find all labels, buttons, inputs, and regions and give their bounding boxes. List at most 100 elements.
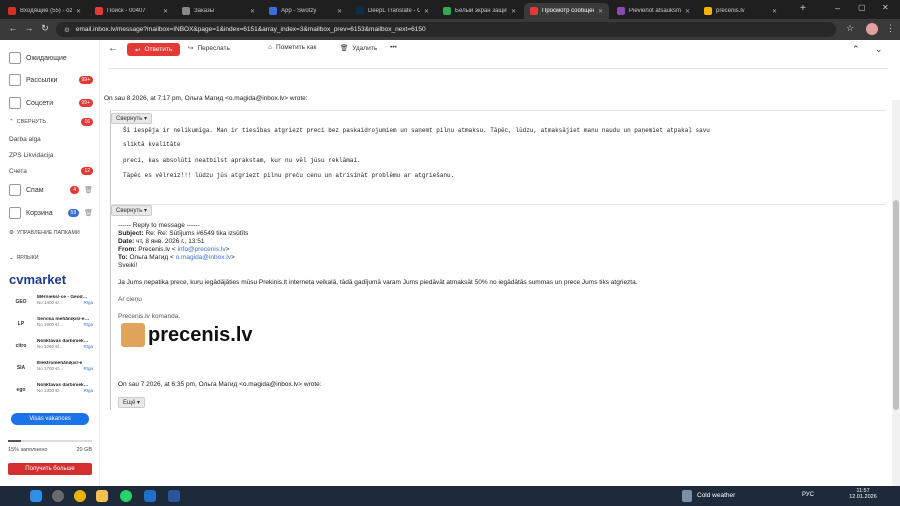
- close-tab-icon[interactable]: ✕: [511, 8, 516, 15]
- windows-start-icon[interactable]: [30, 490, 42, 502]
- close-tab-icon[interactable]: ✕: [337, 8, 342, 15]
- browser-tab[interactable]: Поиск - 00407 ✕: [89, 3, 174, 19]
- show-more-button[interactable]: Ещё ▾: [118, 397, 145, 408]
- tab-title: Pievienot atsauksmi –…: [629, 8, 681, 14]
- browser-tab-strip: Входящие (55) - ozy…✕Поиск - 00407✕Заказ…: [0, 0, 900, 19]
- labels-section[interactable]: ⌄ ЯРЛЫКИ: [9, 255, 93, 261]
- close-tab-icon[interactable]: ✕: [76, 8, 81, 15]
- subfolder-invoices[interactable]: Счета 12: [9, 167, 93, 175]
- subject-line: Subject: Re: Re: Sūtījums #6549 tika izs…: [118, 230, 248, 237]
- browser-tab[interactable]: Белый экран защиты… ✕: [437, 3, 522, 19]
- close-tab-icon[interactable]: ✕: [772, 8, 777, 15]
- browser-tab[interactable]: Входящие (55) - ozy… ✕: [2, 3, 87, 19]
- folder-spam[interactable]: Спам 4 🗑: [9, 184, 93, 196]
- manage-folders-link[interactable]: ⚙ УПРАВЛЕНИЕ ПАПКАМИ: [9, 230, 93, 236]
- mark-as-button[interactable]: ⌂ Пометить как: [268, 44, 316, 51]
- reply-button[interactable]: ↩ Ответить: [127, 43, 181, 56]
- close-tab-icon[interactable]: ✕: [685, 8, 690, 15]
- maximize-window-icon[interactable]: ▢: [858, 3, 866, 12]
- mark-as-label: Пометить как: [275, 44, 317, 51]
- mail-action-bar: ← ↩ Ответить ↪ Переслать ⌂ Пометить как …: [100, 40, 900, 60]
- to-line: To: Ольга Магид < o.magida@inbox.lv>: [118, 254, 235, 261]
- close-tab-icon[interactable]: ✕: [598, 8, 603, 15]
- browser-tab[interactable]: Просмотр сообщения… ✕: [524, 3, 609, 19]
- job-salary: No 1300 €/…: [37, 388, 64, 393]
- weather-icon[interactable]: [682, 490, 692, 502]
- bookmark-star-icon[interactable]: ☆: [846, 23, 854, 34]
- browser-tab[interactable]: Pievienot atsauksmi –… ✕: [611, 3, 696, 19]
- close-tab-icon[interactable]: ✕: [424, 8, 429, 15]
- close-window-icon[interactable]: ✕: [882, 3, 889, 12]
- tab-favicon-icon: [617, 7, 625, 15]
- collapse-label: Свернуть: [116, 116, 143, 122]
- tab-favicon-icon: [530, 7, 538, 15]
- site-info-icon[interactable]: ⚙: [64, 26, 70, 34]
- folder-social[interactable]: Соцсети 99+: [9, 97, 93, 109]
- all-vacancies-label: Visas vakances: [29, 416, 71, 422]
- storage-total: 20 GB: [76, 447, 92, 453]
- subfolder-darba-alga[interactable]: Darba alga: [9, 136, 93, 143]
- storage-used: 15% заполнено: [8, 447, 48, 453]
- clock[interactable]: 11:57 12.01.2026: [848, 488, 878, 500]
- all-vacancies-button[interactable]: Visas vakances: [11, 413, 89, 425]
- tag-icon: ⌂: [268, 44, 272, 51]
- company-logo: GEO: [15, 299, 27, 305]
- browser-tab[interactable]: DeepL Translate - Co… ✕: [350, 3, 435, 19]
- job-city: Rīga: [83, 366, 93, 371]
- back-icon[interactable]: ←: [6, 23, 20, 33]
- job-listing[interactable]: LP Servisa mehāniķis/-e… No 1900 €/… Rīga: [9, 317, 93, 339]
- precenis-logo: precenis.lv: [121, 323, 253, 347]
- trash-bin-icon[interactable]: 🗑: [84, 186, 93, 194]
- page-scrollbar[interactable]: [892, 100, 900, 486]
- trash-bin-icon[interactable]: 🗑: [84, 209, 93, 217]
- show-more-label: Ещё: [123, 400, 136, 406]
- from-email-link[interactable]: info@precenis.lv: [177, 246, 225, 253]
- folder-newsletters[interactable]: Рассылки 99+: [9, 74, 93, 86]
- folder-trash[interactable]: Корзина 59 🗑: [9, 207, 93, 219]
- job-meta: No 1900 €/… Rīga: [37, 322, 93, 327]
- new-tab-button[interactable]: +: [800, 3, 806, 14]
- company-logo: citro: [15, 343, 27, 349]
- job-listing[interactable]: GEO Mērnieks/-ce - Geod… No 1400 €/… Rīga: [9, 295, 93, 317]
- subfolder-zps[interactable]: ZPS Likvidacija: [9, 152, 93, 159]
- collapse-quote-button[interactable]: Свернуть ▾: [111, 205, 153, 216]
- search-icon[interactable]: [52, 490, 64, 502]
- to-email-link[interactable]: o.magida@inbox.lv: [176, 254, 231, 261]
- menu-icon[interactable]: ⋮: [886, 23, 895, 34]
- reload-icon[interactable]: ↻: [38, 23, 52, 34]
- previous-message-icon[interactable]: ⌃: [852, 44, 860, 55]
- scrollbar-thumb[interactable]: [893, 200, 899, 410]
- company-logo: LP: [17, 321, 25, 327]
- profile-avatar[interactable]: [866, 23, 878, 35]
- minimize-window-icon[interactable]: –: [835, 3, 840, 13]
- forward-icon[interactable]: →: [22, 23, 36, 33]
- word-icon[interactable]: [168, 490, 180, 502]
- file-explorer-icon[interactable]: [96, 490, 108, 502]
- from-line: From: Precenis.lv < info@precenis.lv>: [118, 246, 229, 253]
- next-message-icon[interactable]: ⌄: [875, 44, 883, 55]
- mail-app-icon[interactable]: [144, 490, 156, 502]
- chrome-icon[interactable]: [74, 490, 86, 502]
- job-listing[interactable]: citro Noliktavas darbiniek… No 1260 €/… Rīg…: [9, 339, 93, 361]
- browser-tab[interactable]: Заказы ✕: [176, 3, 261, 19]
- job-listing[interactable]: SIA Elektromehāniķis/-e No 1700 €/… Rīga: [9, 361, 93, 383]
- folder-pending[interactable]: Ожидающие: [9, 52, 93, 64]
- cvmarket-logo[interactable]: cvmarket: [9, 272, 66, 287]
- job-text: Elektromehāniķis/-e No 1700 €/… Rīga: [37, 361, 93, 371]
- weather-text[interactable]: Cold weather: [697, 492, 735, 499]
- address-bar[interactable]: ⚙ email.inbox.lv/message?mailbox=INBOX&p…: [56, 22, 836, 37]
- collapse-quote-button[interactable]: Свернуть ▾: [111, 113, 153, 124]
- whatsapp-icon[interactable]: [120, 490, 132, 502]
- delete-button[interactable]: 🗑 Удалить: [340, 44, 377, 53]
- get-more-storage-button[interactable]: Получить больше: [8, 463, 92, 475]
- forward-button[interactable]: ↪ Переслать: [188, 44, 230, 53]
- close-tab-icon[interactable]: ✕: [250, 8, 255, 15]
- job-listing[interactable]: ego Noliktavas darbiniek… No 1300 €/… Rīga: [9, 383, 93, 405]
- more-actions-button[interactable]: •••: [390, 44, 397, 51]
- collapse-folders[interactable]: ⌃ СВЕРНУТЬ 16: [9, 118, 93, 126]
- browser-tab[interactable]: App - Swotzy ✕: [263, 3, 348, 19]
- input-language[interactable]: РУС: [802, 492, 814, 498]
- back-to-list-icon[interactable]: ←: [108, 43, 118, 54]
- browser-tab[interactable]: precenis.lv ✕: [698, 3, 783, 19]
- close-tab-icon[interactable]: ✕: [163, 8, 168, 15]
